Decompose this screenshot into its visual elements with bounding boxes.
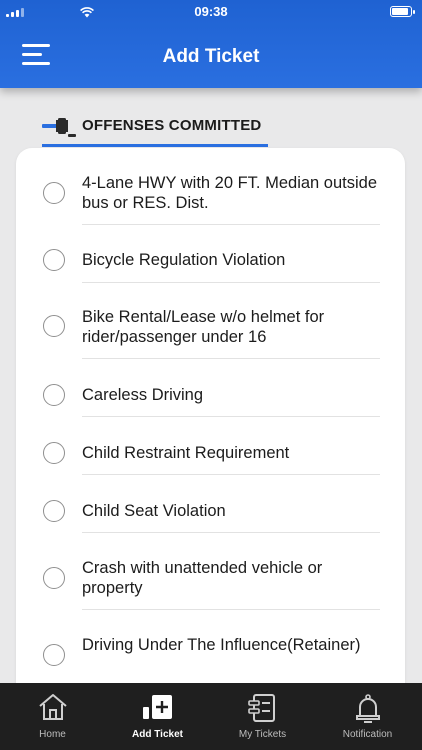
offense-item[interactable]: Crash with unattended vehicle or propert…: [16, 548, 405, 606]
offense-item[interactable]: Child Seat Violation: [16, 490, 405, 530]
offense-item[interactable]: 4-Lane HWY with 20 FT. Median outside bu…: [16, 168, 405, 226]
tab-label: Notification: [342, 729, 393, 740]
offense-radio[interactable]: [43, 384, 65, 406]
divider: [82, 532, 380, 533]
section-underline: [42, 144, 268, 147]
offense-label: Driving Under The Influence(Retainer): [82, 636, 361, 654]
offense-radio[interactable]: [43, 182, 65, 204]
page-title: Add Ticket: [162, 46, 260, 67]
tab-add-ticket[interactable]: Add Ticket: [105, 683, 210, 750]
offense-item[interactable]: Driving Under The Influence(Retainer): [16, 624, 405, 682]
divider: [82, 358, 380, 359]
tab-label: Add Ticket: [132, 729, 183, 740]
offense-radio[interactable]: [43, 500, 65, 522]
divider: [82, 224, 380, 225]
home-icon: [38, 694, 67, 720]
offense-item[interactable]: Careless Driving: [16, 374, 405, 414]
offense-radio[interactable]: [43, 315, 65, 337]
bell-icon: [355, 694, 380, 723]
offense-label: Child Seat Violation: [82, 502, 226, 520]
status-bar: 09:38: [0, 0, 422, 24]
offense-label: Bicycle Regulation Violation: [82, 251, 286, 269]
offense-list: 4-Lane HWY with 20 FT. Median outside bu…: [16, 148, 405, 708]
offense-item[interactable]: Child Restraint Requirement: [16, 432, 405, 472]
tab-notification[interactable]: Notification: [315, 683, 420, 750]
offense-radio[interactable]: [43, 249, 65, 271]
tab-label: Home: [39, 729, 66, 740]
offense-radio[interactable]: [43, 442, 65, 464]
section-heading: OFFENSES COMMITTED: [42, 112, 268, 147]
offense-label: Child Restraint Requirement: [82, 444, 290, 462]
section-title: OFFENSES COMMITTED: [82, 117, 262, 134]
add-ticket-icon: [142, 695, 172, 719]
offense-item[interactable]: Bike Rental/Lease w/o helmet for rider/p…: [16, 298, 405, 356]
status-time: 09:38: [194, 4, 228, 19]
divider: [82, 416, 380, 417]
offense-label: Crash with unattended vehicle or propert…: [82, 559, 323, 597]
offense-label: Bike Rental/Lease w/o helmet for rider/p…: [82, 308, 325, 346]
tickets-icon: [247, 694, 275, 722]
offense-radio[interactable]: [43, 644, 65, 666]
tab-label: My Tickets: [238, 729, 287, 740]
battery-icon: [390, 6, 415, 17]
app-header: 09:38 Add Ticket: [0, 0, 422, 88]
tab-home[interactable]: Home: [0, 683, 105, 750]
offense-item[interactable]: Bicycle Regulation Violation: [16, 240, 405, 280]
divider: [82, 282, 380, 283]
gavel-icon: [42, 118, 76, 137]
offense-label: Careless Driving: [82, 386, 204, 404]
tab-my-tickets[interactable]: My Tickets: [210, 683, 315, 750]
divider: [82, 609, 380, 610]
offense-label: 4-Lane HWY with 20 FT. Median outside bu…: [82, 174, 378, 212]
bottom-tab-bar: Home Add Ticket My Tickets Notification: [0, 683, 422, 750]
divider: [82, 474, 380, 475]
offense-radio[interactable]: [43, 567, 65, 589]
